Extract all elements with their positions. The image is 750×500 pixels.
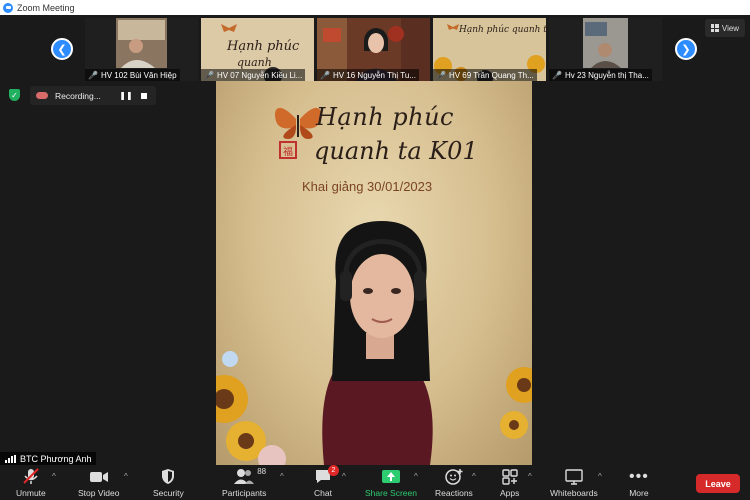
- participant-tile[interactable]: Hạnh phúc quanh 🎤 HV 07 Nguyễn Kiều Li...: [201, 18, 314, 81]
- participants-count: 88: [257, 467, 267, 476]
- participant-name: 🎤 HV 69 Trần Quang Th...: [433, 69, 537, 81]
- zoom-meeting-window: Zoom Meeting ❮ 🎤 HV 102 Bùi Văn Hiệp Hạnh…: [0, 0, 750, 500]
- participant-name: 🎤 HV 07 Nguyễn Kiều Li...: [201, 69, 306, 81]
- smiley-plus-icon: [444, 468, 464, 485]
- mic-muted-icon: 🎤: [436, 70, 446, 80]
- participant-name: 🎤 HV 102 Bùi Văn Hiệp: [85, 69, 180, 81]
- stop-recording-button[interactable]: [138, 90, 150, 102]
- whiteboards-options-caret[interactable]: ^: [598, 472, 602, 481]
- whiteboard-icon: [564, 468, 584, 485]
- chevron-left-icon: ❮: [57, 43, 67, 56]
- security-button[interactable]: Security: [153, 468, 184, 498]
- audio-options-caret[interactable]: ^: [52, 472, 56, 481]
- pause-recording-button[interactable]: ❚❚: [119, 90, 133, 102]
- security-shield-icon[interactable]: ✓: [9, 89, 20, 101]
- participant-tile[interactable]: 🎤 HV 16 Nguyễn Thị Tu...: [317, 18, 430, 81]
- leave-button[interactable]: Leave: [696, 474, 740, 493]
- video-camera-icon: [89, 468, 109, 485]
- more-dots-icon: •••: [629, 467, 649, 485]
- unmute-button[interactable]: Unmute: [16, 468, 46, 498]
- participant-tile[interactable]: 🎤 Hv 23 Nguyễn thị Tha...: [549, 18, 662, 81]
- active-speaker-video: 福 Hạnh phúc quanh ta K01 Khai giảng 30/0…: [216, 81, 532, 465]
- mic-muted-icon: [22, 468, 40, 485]
- self-view-name: BTC Phương Anh: [20, 453, 92, 464]
- pause-icon: ❚❚: [119, 91, 133, 100]
- participant-strip: ❮ 🎤 HV 102 Bùi Văn Hiệp Hạnh phúc quanh 🎤…: [0, 15, 750, 81]
- shield-icon: [160, 468, 176, 485]
- seal-stamp: 福: [279, 141, 297, 159]
- title-bar: Zoom Meeting: [0, 0, 750, 15]
- participants-options-caret[interactable]: ^: [280, 472, 284, 481]
- chat-button[interactable]: 2 Chat: [314, 465, 339, 498]
- reactions-button[interactable]: Reactions: [435, 468, 473, 498]
- stop-video-button[interactable]: Stop Video: [78, 468, 119, 498]
- mic-muted-icon: 🎤: [88, 70, 98, 80]
- self-view-name-tag: BTC Phương Anh: [0, 452, 97, 465]
- whiteboards-button[interactable]: Whiteboards: [550, 468, 598, 498]
- mic-muted-icon: 🎤: [320, 70, 330, 80]
- banner-opening-date: Khai giảng 30/01/2023: [302, 179, 433, 194]
- banner-headline-line1: Hạnh phúc: [316, 103, 454, 131]
- grid-view-icon: [710, 24, 719, 32]
- chat-bubble-icon: 2: [314, 465, 339, 485]
- svg-text:Hạnh phúc: Hạnh phúc: [226, 39, 300, 54]
- participant-name: 🎤 Hv 23 Nguyễn thị Tha...: [549, 69, 652, 81]
- participants-icon: 88: [233, 467, 266, 485]
- share-options-caret[interactable]: ^: [414, 472, 418, 481]
- video-options-caret[interactable]: ^: [124, 472, 128, 481]
- participant-tile[interactable]: 🎤 HV 102 Bùi Văn Hiệp: [85, 18, 198, 81]
- sunflower-decoration: [216, 351, 286, 465]
- chat-options-caret[interactable]: ^: [342, 472, 346, 481]
- more-button[interactable]: ••• More: [629, 467, 649, 499]
- sunflower-decoration: [500, 367, 532, 439]
- apps-icon: [501, 468, 519, 485]
- butterfly-icon: [274, 107, 322, 139]
- banner-headline-line2: quanh ta K01: [314, 137, 478, 165]
- chat-unread-badge: 2: [328, 465, 339, 476]
- zoom-app-icon: [3, 2, 13, 13]
- cloud-recording-icon: [36, 92, 48, 99]
- recording-label: Recording...: [55, 90, 101, 101]
- mic-muted-icon: 🎤: [552, 70, 562, 80]
- next-page-button[interactable]: ❯: [675, 38, 697, 60]
- apps-options-caret[interactable]: ^: [528, 472, 532, 481]
- view-button[interactable]: View: [705, 19, 745, 37]
- reactions-options-caret[interactable]: ^: [472, 472, 476, 481]
- window-title: Zoom Meeting: [17, 2, 75, 13]
- apps-button[interactable]: Apps: [500, 468, 519, 498]
- share-screen-icon: [381, 468, 401, 485]
- speaker-person: [322, 221, 433, 465]
- svg-text:quanh: quanh: [237, 56, 272, 69]
- participants-button[interactable]: 88 Participants: [222, 467, 266, 498]
- signal-strength-icon: [5, 454, 16, 463]
- participant-tile[interactable]: Hạnh phúc quanh ta K01 🎤HV 69 Trần Quang…: [433, 18, 546, 81]
- chevron-right-icon: ❯: [681, 43, 691, 56]
- share-screen-button[interactable]: Share Screen: [365, 468, 417, 498]
- svg-text:Hạnh phúc quanh ta K01: Hạnh phúc quanh ta K01: [458, 24, 546, 35]
- participant-name: 🎤 HV 16 Nguyễn Thị Tu...: [317, 69, 419, 81]
- mic-muted-icon: 🎤: [204, 70, 214, 80]
- view-label: View: [721, 23, 740, 33]
- meeting-toolbar: Unmute ^ Stop Video ^ Security 88 Partic…: [0, 465, 750, 500]
- previous-page-button[interactable]: ❮: [51, 38, 73, 60]
- recording-indicator: Recording... ❚❚: [30, 86, 156, 105]
